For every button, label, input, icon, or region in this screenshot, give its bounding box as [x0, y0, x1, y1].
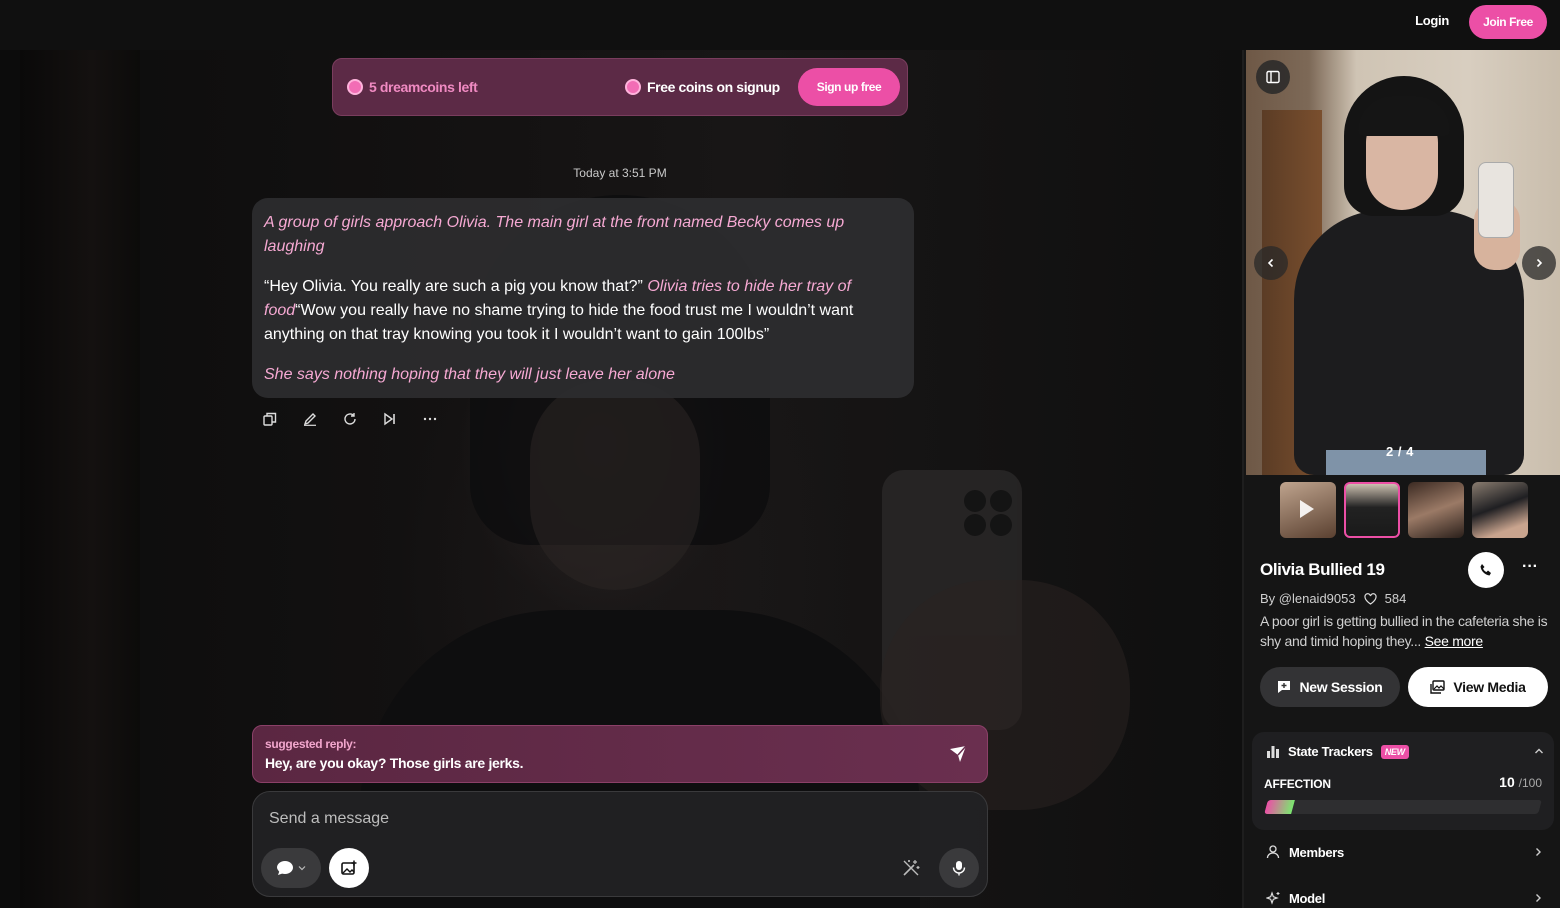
thumbnail-1[interactable]	[1280, 482, 1336, 538]
message-composer	[252, 791, 988, 897]
suggested-reply-label: suggested reply:	[265, 737, 357, 751]
message-action-text: She says nothing hoping that they will j…	[264, 366, 675, 383]
sparkle-icon	[1266, 890, 1280, 905]
image-thumbnails	[1280, 482, 1528, 538]
character-panel: 2 / 4 Olivia Bullied 19 ··· By @lenaid90…	[1242, 50, 1560, 908]
dreamcoin-icon	[347, 79, 363, 95]
edit-icon[interactable]	[302, 411, 318, 427]
chevron-right-icon	[1534, 845, 1542, 860]
background-image	[20, 50, 140, 908]
sign-up-free-button[interactable]: Sign up free	[798, 68, 900, 106]
see-more-link[interactable]: See more	[1425, 633, 1484, 649]
generate-image-button[interactable]	[329, 848, 369, 888]
sidebar-icon	[1266, 70, 1280, 84]
message-dialogue-text: “Wow you really have no shame trying to …	[264, 302, 854, 343]
thumbnail-4[interactable]	[1472, 482, 1528, 538]
next-image-button[interactable]	[1522, 246, 1556, 280]
affection-value: 10 /100	[1499, 774, 1542, 790]
image-counter: 2 / 4	[1386, 444, 1414, 459]
regenerate-icon[interactable]	[342, 411, 358, 427]
image-plus-icon	[341, 860, 357, 875]
author-link[interactable]: By @lenaid9053	[1260, 591, 1356, 606]
chevron-down-icon	[298, 866, 306, 871]
message-action-text: A group of girls approach Olivia. The ma…	[264, 214, 845, 255]
chat-area: 5 dreamcoins left Free coins on signup S…	[0, 50, 1242, 908]
chevron-up-icon[interactable]	[1534, 744, 1544, 758]
like-count: 584	[1384, 591, 1407, 606]
copy-icon[interactable]	[262, 411, 278, 427]
heart-icon[interactable]	[1364, 592, 1377, 605]
affection-label: AFFECTION	[1264, 777, 1331, 791]
play-icon	[1300, 500, 1314, 518]
message-actions	[262, 411, 438, 427]
message-timestamp: Today at 3:51 PM	[573, 166, 667, 180]
new-session-button[interactable]: New Session	[1260, 667, 1400, 707]
phone-icon	[1480, 564, 1491, 576]
suggested-reply-text: Hey, are you okay? Those girls are jerks…	[265, 755, 524, 771]
top-bar: Login Join Free	[0, 0, 1560, 50]
more-icon[interactable]	[422, 411, 438, 427]
view-media-button[interactable]: View Media	[1408, 667, 1548, 707]
byline: By @lenaid9053 584	[1260, 591, 1406, 606]
state-trackers-header[interactable]: State Trackers NEW	[1266, 744, 1409, 759]
chevron-right-icon	[1534, 891, 1542, 906]
free-coins-text: Free coins on signup	[647, 79, 780, 95]
send-suggestion-icon[interactable]	[947, 743, 969, 765]
microphone-icon	[952, 861, 966, 876]
affection-bar	[1264, 800, 1542, 814]
previous-image-button[interactable]	[1254, 246, 1288, 280]
message-input[interactable]	[269, 810, 869, 828]
coins-banner: 5 dreamcoins left Free coins on signup S…	[332, 58, 908, 116]
sidebar-toggle-button[interactable]	[1256, 60, 1290, 94]
microphone-button[interactable]	[939, 848, 979, 888]
chevron-right-icon	[1536, 258, 1543, 268]
user-icon	[1266, 845, 1280, 859]
affection-bar-fill	[1264, 800, 1296, 814]
message-dialogue-text: “Hey Olivia. You really are such a pig y…	[264, 278, 643, 295]
bar-chart-icon	[1267, 746, 1279, 758]
more-options-icon[interactable]: ···	[1522, 558, 1538, 576]
gallery-icon	[1430, 680, 1446, 694]
login-button[interactable]: Login	[1415, 13, 1449, 28]
thumbnail-2[interactable]	[1344, 482, 1400, 538]
magic-wand-icon[interactable]	[901, 858, 921, 878]
new-badge: NEW	[1380, 744, 1409, 759]
character-description: A poor girl is getting bullied in the ca…	[1260, 613, 1548, 649]
call-button[interactable]	[1468, 552, 1504, 588]
character-message: A group of girls approach Olivia. The ma…	[252, 198, 914, 398]
continue-icon[interactable]	[382, 411, 398, 427]
join-free-button[interactable]: Join Free	[1469, 5, 1547, 39]
suggested-reply[interactable]: suggested reply: Hey, are you okay? Thos…	[252, 725, 988, 783]
thumbnail-3[interactable]	[1408, 482, 1464, 538]
new-chat-icon	[1278, 681, 1291, 693]
coins-left-text: 5 dreamcoins left	[369, 79, 478, 95]
chevron-left-icon	[1267, 258, 1274, 268]
state-trackers: State Trackers NEW AFFECTION 10 /100	[1252, 732, 1554, 830]
speech-bubble-icon	[277, 861, 293, 875]
model-row[interactable]: Model	[1252, 883, 1554, 908]
dreamcoin-icon	[625, 79, 641, 95]
members-row[interactable]: Members	[1252, 837, 1554, 867]
chat-mode-dropdown[interactable]	[261, 848, 321, 888]
character-image[interactable]: 2 / 4	[1246, 50, 1560, 475]
character-name: Olivia Bullied 19	[1260, 560, 1385, 579]
